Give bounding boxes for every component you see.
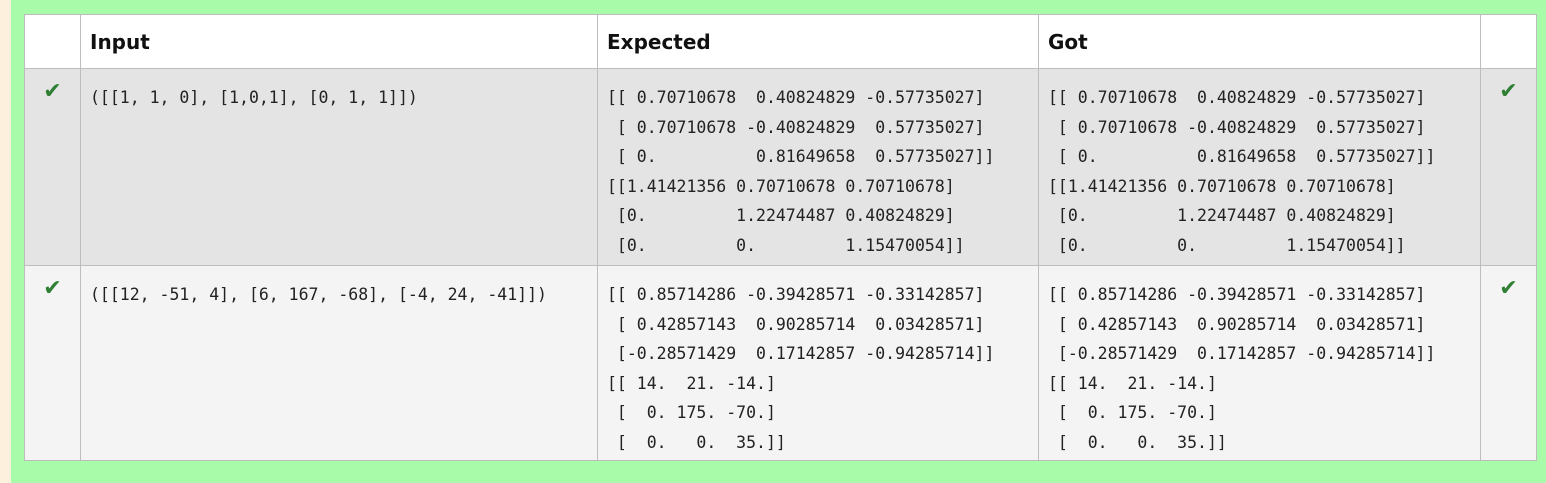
expected-value: [[ 0.85714286 -0.39428571 -0.33142857] [… (607, 285, 995, 452)
header-result (1480, 14, 1537, 69)
result-cell: ✔ (1480, 68, 1537, 266)
expected-cell: [[ 0.70710678 0.40824829 -0.57735027] [ … (597, 68, 1039, 266)
input-value: ([[1, 1, 0], [1,0,1], [0, 1, 1]]) (90, 88, 418, 107)
test-results-panel: Input Expected Got ✔ ([[1, 1, 0], [1,0,1… (11, 0, 1546, 483)
header-expected: Expected (597, 14, 1039, 69)
check-icon: ✔ (1499, 276, 1518, 301)
got-value: [[ 0.70710678 0.40824829 -0.57735027] [ … (1048, 88, 1436, 255)
got-cell: [[ 0.85714286 -0.39428571 -0.33142857] [… (1038, 265, 1481, 461)
check-icon: ✔ (43, 79, 62, 104)
header-row: Input Expected Got (24, 14, 1537, 69)
check-icon: ✔ (1499, 79, 1518, 104)
input-cell: ([[12, -51, 4], [6, 167, -68], [-4, 24, … (80, 265, 598, 461)
status-cell: ✔ (24, 68, 81, 266)
test-results-table: Input Expected Got ✔ ([[1, 1, 0], [1,0,1… (24, 14, 1537, 461)
header-got: Got (1038, 14, 1481, 69)
table-row: ✔ ([[12, -51, 4], [6, 167, -68], [-4, 24… (24, 265, 1537, 461)
header-input: Input (80, 14, 598, 69)
input-cell: ([[1, 1, 0], [1,0,1], [0, 1, 1]]) (80, 68, 598, 266)
check-icon: ✔ (43, 276, 62, 301)
input-value: ([[12, -51, 4], [6, 167, -68], [-4, 24, … (90, 285, 547, 304)
result-cell: ✔ (1480, 265, 1537, 461)
expected-value: [[ 0.70710678 0.40824829 -0.57735027] [ … (607, 88, 995, 255)
got-value: [[ 0.85714286 -0.39428571 -0.33142857] [… (1048, 285, 1436, 452)
got-cell: [[ 0.70710678 0.40824829 -0.57735027] [ … (1038, 68, 1481, 266)
table-row: ✔ ([[1, 1, 0], [1,0,1], [0, 1, 1]]) [[ 0… (24, 68, 1537, 266)
expected-cell: [[ 0.85714286 -0.39428571 -0.33142857] [… (597, 265, 1039, 461)
header-status (24, 14, 81, 69)
status-cell: ✔ (24, 265, 81, 461)
